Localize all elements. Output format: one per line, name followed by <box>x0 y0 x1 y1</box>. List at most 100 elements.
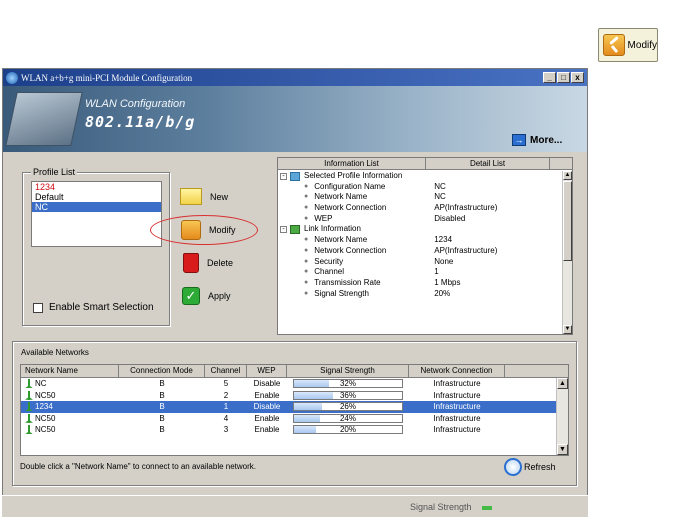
wep-cell: Enable <box>254 425 280 434</box>
networks-scrollbar[interactable]: ▲ ▼ <box>556 378 568 455</box>
scroll-up-icon[interactable]: ▲ <box>563 171 572 180</box>
more-label: More... <box>530 134 563 146</box>
network-name-cell[interactable]: NC50 <box>21 424 119 436</box>
collapse-icon[interactable]: - <box>280 226 287 234</box>
delete-button[interactable]: Delete <box>183 253 233 273</box>
column-header[interactable]: Network Connection <box>409 365 505 377</box>
close-button[interactable]: x <box>571 72 584 83</box>
minimize-button[interactable]: _ <box>543 72 556 83</box>
scroll-down-icon[interactable]: ▼ <box>557 444 568 455</box>
status-bar: Signal Strength <box>2 495 588 517</box>
magnifier-icon <box>504 458 522 476</box>
profile-item[interactable]: NC <box>32 202 161 212</box>
network-name-cell[interactable]: NC50 <box>21 390 119 402</box>
signal-text: 26% <box>339 402 356 412</box>
channel-cell: 1 <box>223 402 229 411</box>
table-row[interactable]: NC50 B 2 Enable 36% Infrastructure <box>21 390 568 402</box>
antenna-icon <box>25 413 33 423</box>
network-name: NC50 <box>35 390 56 400</box>
more-button[interactable]: → More... <box>512 134 562 146</box>
table-row[interactable]: NC50 B 3 Enable 20% Infrastructure <box>21 424 568 436</box>
info-key: Network Name <box>314 192 368 202</box>
delete-label: Delete <box>207 258 234 268</box>
bullet-icon: ● <box>304 204 309 212</box>
new-button[interactable]: New <box>180 188 228 205</box>
link-icon <box>290 225 300 235</box>
info-value: None <box>434 256 454 266</box>
scroll-up-icon[interactable]: ▲ <box>557 378 568 389</box>
table-row[interactable]: NC B 5 Disable 32% Infrastructure <box>21 378 568 390</box>
info-value: AP(Infrastructure) <box>434 203 498 213</box>
wep-cell: Disable <box>253 379 281 388</box>
profile-item[interactable]: 1234 <box>32 182 161 192</box>
info-key: Network Connection <box>314 203 387 213</box>
scroll-down-icon[interactable]: ▼ <box>563 325 572 334</box>
antenna-icon <box>25 402 33 412</box>
info-value: AP(Infrastructure) <box>434 245 498 255</box>
signal-cell: 20% <box>287 424 409 436</box>
column-header[interactable]: Connection Mode <box>119 365 205 377</box>
bullet-icon: ● <box>304 214 309 222</box>
tab-information-list[interactable]: Information List <box>278 158 426 169</box>
info-value: 1 <box>434 267 439 277</box>
profile-listbox[interactable]: 1234 Default NC <box>31 181 162 247</box>
table-row[interactable]: NC50 B 4 Enable 24% Infrastructure <box>21 413 568 425</box>
profile-group-title: Profile List <box>31 167 78 177</box>
smart-selection-checkbox[interactable] <box>33 302 43 313</box>
profile-item[interactable]: Default <box>32 192 161 202</box>
title-bar: WLAN a+b+g mini-PCI Module Configuration… <box>3 69 587 86</box>
smart-selection-row[interactable]: Enable Smart Selection <box>33 302 154 313</box>
signal-text: 20% <box>339 425 356 435</box>
network-name-cell[interactable]: NC50 <box>21 413 119 425</box>
column-header[interactable]: Channel <box>205 365 247 377</box>
network-name-cell[interactable]: 1234 <box>21 401 119 413</box>
bullet-icon: ● <box>304 182 309 190</box>
wep-cell: Enable <box>254 413 280 423</box>
network-name-cell[interactable]: NC <box>21 378 119 390</box>
info-key: Network Connection <box>314 245 387 255</box>
bullet-icon: ● <box>304 257 309 265</box>
info-key: Channel <box>314 267 345 277</box>
scroll-thumb[interactable] <box>563 181 572 261</box>
collapse-icon[interactable]: - <box>280 172 287 180</box>
connection-mode-cell: B <box>159 425 165 434</box>
modify-callout: Modify <box>598 28 658 62</box>
apply-button[interactable]: ✓ Apply <box>182 287 231 305</box>
maximize-button[interactable]: □ <box>557 72 570 83</box>
networks-table: Network Name Connection Mode Channel WEP… <box>20 364 569 456</box>
connection-mode-cell: B <box>159 390 165 400</box>
refresh-button[interactable]: Refresh <box>504 458 556 476</box>
column-header[interactable]: Network Name <box>21 365 119 377</box>
bullet-icon: ● <box>304 289 309 297</box>
info-key: Signal Strength <box>314 288 369 298</box>
link-information-section[interactable]: - Link Information <box>278 224 564 235</box>
network-connection-cell: Infrastructure <box>433 402 481 411</box>
network-name: NC <box>35 379 47 388</box>
column-header[interactable]: Signal Strength <box>287 365 409 377</box>
selected-profile-section[interactable]: - Selected Profile Information <box>278 171 564 182</box>
signal-cell: 32% <box>287 378 409 390</box>
column-header[interactable]: WEP <box>247 365 287 377</box>
connection-mode-cell: B <box>159 379 165 388</box>
signal-strength-label: Signal Strength <box>410 502 472 512</box>
section-title: Selected Profile Information <box>304 171 403 180</box>
connect-hint: Double click a "Network Name" to connect… <box>20 462 257 471</box>
signal-text: 32% <box>339 379 356 389</box>
antenna-icon <box>25 425 33 435</box>
table-row[interactable]: 1234 B 1 Disable 26% Infrastructure <box>21 401 568 413</box>
signal-bar: 24% <box>293 413 403 423</box>
trash-icon <box>183 253 199 273</box>
highlight-ring <box>150 215 258 245</box>
info-value: NC <box>434 192 446 202</box>
channel-cell: 2 <box>223 390 229 400</box>
wep-cell: Disable <box>253 402 281 411</box>
refresh-label: Refresh <box>524 462 556 472</box>
tab-detail-list[interactable]: Detail List <box>426 158 550 169</box>
info-scrollbar[interactable]: ▲ ▼ <box>562 171 572 334</box>
new-label: New <box>210 191 229 202</box>
network-connection-cell: Infrastructure <box>433 425 481 434</box>
banner-heading: 802.11a/b/g <box>85 113 196 131</box>
signal-cell: 24% <box>287 413 409 425</box>
signal-bar: 36% <box>293 390 403 400</box>
signal-text: 24% <box>339 413 356 423</box>
